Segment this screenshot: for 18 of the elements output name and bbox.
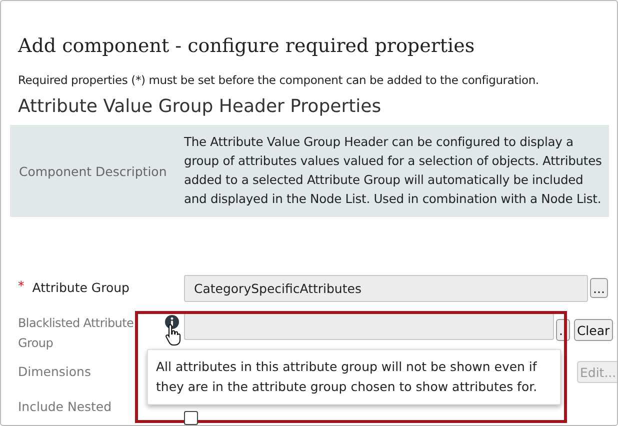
attribute-group-field[interactable]: CategorySpecificAttributes	[184, 274, 588, 302]
dialog-title: Add component - configure required properties	[18, 35, 475, 57]
property-label: Include Nested	[18, 398, 112, 416]
property-label: Dimensions	[18, 363, 91, 381]
clear-button[interactable]: Clear	[574, 319, 613, 341]
tooltip: All attributes in this attribute group will not be shown even if they are in the attribute group chosen to show attributes for.	[147, 349, 561, 405]
description-label: Component Description	[18, 164, 168, 178]
property-label: Blacklisted Attribute Group	[18, 315, 135, 352]
property-label: Attribute Group	[32, 279, 130, 297]
include-nested-checkbox[interactable]	[184, 411, 198, 425]
required-mark: *	[18, 278, 24, 293]
attribute-group-field[interactable]	[184, 313, 554, 340]
section-title: Attribute Value Group Header Properties	[18, 96, 382, 117]
dialog-subtitle: Required properties (*) must be set before the component can be added to the configuration.	[18, 73, 540, 87]
browse-button[interactable]: ...	[590, 278, 608, 298]
description-text: The Attribute Value Group Header can be configured to display a group of attributes values valued for a selection of objects. Attributes added to a selected Attribute Group will automatically be included and displayed in the Node List. Used in combination with a Node List.	[184, 134, 603, 208]
info-icon[interactable]	[165, 315, 179, 329]
hand-cursor-icon	[165, 324, 181, 346]
